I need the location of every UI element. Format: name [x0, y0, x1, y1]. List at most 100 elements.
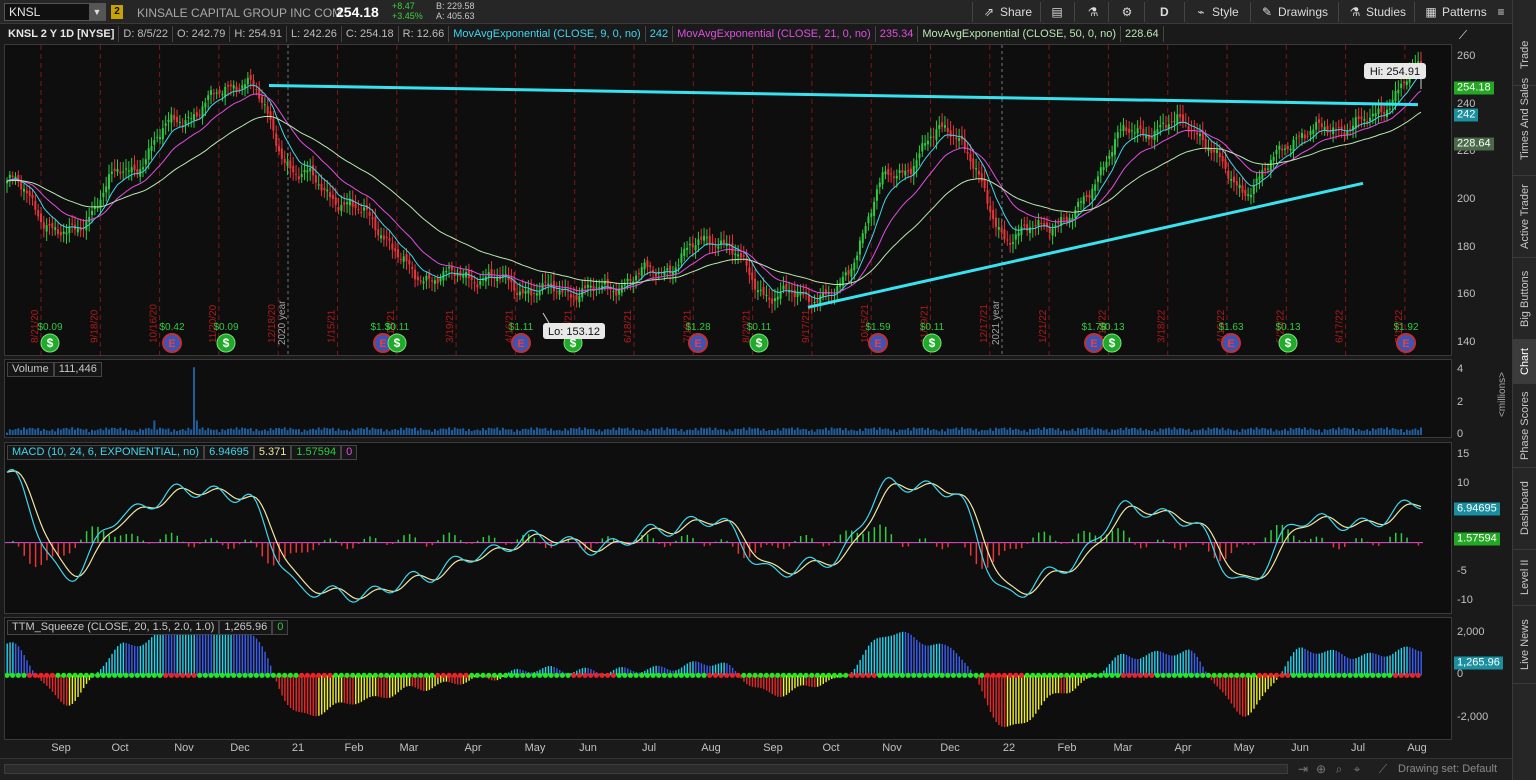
sidebar-tab-live-news[interactable]: Live News: [1513, 606, 1536, 684]
scroll-right-icon[interactable]: ⇥: [1296, 762, 1310, 776]
candle-body: [1232, 176, 1235, 183]
squeeze-dot: [1137, 672, 1144, 678]
candle-body: [323, 188, 326, 191]
squeeze-histogram-bar: [904, 631, 907, 676]
symbol-input[interactable]: KNSL ▼: [4, 3, 106, 21]
sidebar-tab-phase-scores[interactable]: Phase Scores: [1513, 384, 1536, 468]
volume-bar: [218, 432, 221, 435]
candle-body: [476, 284, 479, 288]
volume-bar: [363, 429, 366, 435]
patterns-button[interactable]: ▦ Patterns: [1424, 3, 1486, 21]
macd-histogram-bar: [692, 537, 694, 543]
menu-button[interactable]: ≡: [1494, 3, 1508, 21]
volume-bar: [1420, 427, 1422, 435]
squeeze-dot: [350, 672, 356, 678]
macd-pane[interactable]: MACD (10, 24, 6, EXPONENTIAL, no) 6.9469…: [4, 442, 1452, 614]
sidebar-tab-chart[interactable]: Chart: [1513, 340, 1536, 384]
volume-bar: [918, 428, 921, 435]
candle-body: [411, 267, 414, 269]
ema9-study-value: 242: [646, 26, 674, 42]
zoom-icon[interactable]: ⊕: [1314, 762, 1328, 776]
volume-bar: [1094, 429, 1097, 435]
macd-chart[interactable]: [5, 443, 1451, 613]
candle-body: [994, 217, 997, 228]
volume-bar: [952, 428, 955, 435]
sidebar-tab-big-buttons[interactable]: Big Buttons: [1513, 258, 1536, 340]
squeeze-histogram-bar: [1290, 656, 1292, 676]
squeeze-histogram-bar: [148, 639, 150, 676]
squeeze-dot: [979, 672, 985, 678]
cursor-icon[interactable]: ⌖: [1350, 762, 1364, 776]
volume-bar: [762, 428, 765, 435]
ema21-study-label[interactable]: MovAvgExponential (CLOSE, 21, 0, no): [673, 26, 876, 42]
ema50-study-label[interactable]: MovAvgExponential (CLOSE, 50, 0, no): [918, 26, 1121, 42]
drawing-set-label[interactable]: Drawing set: Default: [1398, 763, 1497, 775]
squeeze-histogram-bar: [893, 634, 895, 676]
chevron-down-icon[interactable]: ▼: [89, 4, 105, 20]
squeeze-histogram-bar: [1049, 675, 1051, 696]
squeeze-dot: [1336, 672, 1342, 678]
drawings-button[interactable]: ✎ Drawings: [1260, 3, 1328, 21]
change-value: +8.47: [392, 1, 415, 11]
volume-bar: [343, 430, 346, 435]
macd-label[interactable]: MACD (10, 24, 6, EXPONENTIAL, no): [7, 445, 205, 460]
candle-body: [286, 161, 289, 166]
sidebar-tab-times-and-sales[interactable]: Times And Sales: [1513, 62, 1536, 176]
volume-label[interactable]: Volume: [7, 362, 54, 377]
settings-button[interactable]: ⚙: [1120, 3, 1134, 21]
price-chart[interactable]: 8/21/20 9/18/20 10/16/20 11/20/20 12/18/20 1/…: [5, 45, 1451, 355]
candle-body: [207, 95, 210, 101]
time-axis[interactable]: Sep Oct Nov Dec 21 Feb Mar Apr May Jun Jul Aug Sep Oc…: [4, 742, 1452, 756]
candle-body: [1105, 161, 1108, 168]
candle-body: [405, 254, 408, 262]
squeeze-histogram-bar: [791, 675, 793, 691]
squeeze-pane[interactable]: TTM_Squeeze (CLOSE, 20, 1.5, 2.0, 1.0) 1…: [4, 617, 1452, 740]
candle-body: [110, 171, 113, 174]
studies-button[interactable]: ⚗ Studies: [1348, 3, 1406, 21]
squeeze-histogram-bar: [1142, 657, 1145, 676]
drawing-tool-button[interactable]: ⟋: [1456, 26, 1470, 44]
line-icon[interactable]: ⟋: [1376, 762, 1390, 776]
squeeze-dot: [644, 672, 651, 678]
candle-body: [402, 256, 405, 262]
squeeze-dot: [333, 672, 339, 678]
squeeze-dot: [690, 672, 696, 678]
candle-body: [1085, 195, 1088, 198]
candle-body: [785, 283, 788, 290]
candle-body: [246, 77, 249, 85]
macd-histogram-bar: [471, 542, 473, 544]
price-pane[interactable]: 8/21/20 9/18/20 10/16/20 11/20/20 12/18/20 1/…: [4, 44, 1452, 356]
volume-bar: [1224, 430, 1227, 435]
squeeze-histogram-bar: [306, 675, 309, 714]
ema9-study-label[interactable]: MovAvgExponential (CLOSE, 9, 0, no): [449, 26, 646, 42]
candle-body: [938, 125, 941, 130]
volume-bar: [1133, 427, 1136, 435]
volume-bar: [955, 427, 958, 435]
squeeze-label[interactable]: TTM_Squeeze (CLOSE, 20, 1.5, 2.0, 1.0): [7, 620, 220, 635]
candle-body: [691, 243, 694, 248]
sidebar-tab-active-trader[interactable]: Active Trader: [1513, 176, 1536, 258]
volume-chart[interactable]: [5, 360, 1451, 437]
candle-body: [850, 268, 853, 277]
volume-pane[interactable]: Volume 111,446: [4, 359, 1452, 438]
volume-bar: [108, 429, 111, 435]
share-button[interactable]: ⇗ Share: [982, 3, 1032, 21]
squeeze-histogram-bar: [131, 644, 133, 676]
studies-lab-button[interactable]: ⚗: [1086, 3, 1100, 21]
magnifier-icon[interactable]: ⌕: [1332, 762, 1346, 776]
squeeze-histogram-bar: [913, 637, 915, 676]
chart-settings-button[interactable]: ▤: [1050, 3, 1064, 21]
sidebar-tab-level-ii[interactable]: Level II: [1513, 550, 1536, 606]
chart-scrollbar[interactable]: [4, 764, 1288, 774]
style-button[interactable]: ⌁ Style: [1194, 3, 1238, 21]
squeeze-histogram-bar: [134, 645, 136, 676]
sidebar-tab-dashboard[interactable]: Dashboard: [1513, 468, 1536, 550]
macd-histogram-bar: [312, 542, 315, 551]
squeeze-chart[interactable]: [4, 618, 1451, 739]
link-group-badge[interactable]: 2: [111, 5, 123, 19]
macd-histogram-bar: [1173, 542, 1176, 549]
macd-diff-flag: 1.57594: [1454, 532, 1500, 546]
earnings-e-icon: E: [517, 338, 524, 350]
aggregation-button[interactable]: D: [1160, 3, 1169, 21]
symbol-description[interactable]: KNSL 2 Y 1D [NYSE]: [4, 26, 120, 42]
